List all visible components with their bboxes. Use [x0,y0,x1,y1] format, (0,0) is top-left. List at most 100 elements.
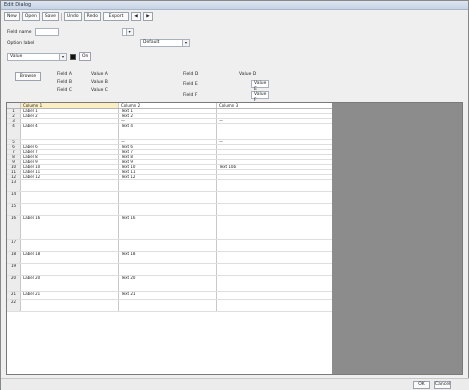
cell-col-3[interactable] [217,175,332,179]
header-col-2[interactable]: Column 2 [119,103,217,108]
cell-col-3[interactable] [217,192,332,203]
cell-col-1[interactable]: Label 9 [21,160,119,164]
cell-col-1[interactable]: Label 18 [21,252,119,263]
table-row[interactable]: 15 [7,204,332,216]
cell-col-3[interactable] [217,264,332,275]
cell-col-3[interactable] [217,240,332,251]
cell-col-1[interactable] [21,204,119,215]
cell-col-2[interactable] [119,192,217,203]
cell-col-1[interactable]: Label 20 [21,276,119,291]
cell-col-2[interactable] [119,264,217,275]
cell-col-2[interactable]: Text 2 [119,114,217,118]
cell-col-3[interactable] [217,155,332,159]
cell-col-3[interactable] [217,170,332,174]
cell-col-2[interactable]: Text 8 [119,155,217,159]
export-button[interactable]: Export [102,12,129,21]
table-row[interactable]: 19 [7,264,332,276]
table-row[interactable]: 20 Label 20 Text 20 [7,276,332,292]
cell-col-3[interactable]: — [217,140,332,144]
cell-col-2[interactable]: Text 1 [119,109,217,113]
header-col-3[interactable]: Column 3 [217,103,332,108]
field-name-input[interactable] [34,28,59,36]
cell-col-3[interactable] [217,180,332,191]
cell-col-3[interactable] [217,300,332,311]
cell-col-3[interactable] [217,114,332,118]
table-row[interactable]: 17 [7,240,332,252]
cell-col-2[interactable] [119,240,217,251]
cell-col-2[interactable]: Text 11 [119,170,217,174]
cell-col-1[interactable]: Label 6 [21,145,119,149]
cell-col-3[interactable] [217,150,332,154]
option-select[interactable]: Default ▾ [140,39,190,47]
cell-col-2[interactable] [119,300,217,311]
cell-col-3[interactable]: — [217,119,332,123]
cell-col-3[interactable] [217,204,332,215]
cell-col-3[interactable] [217,124,332,139]
save-button[interactable]: Save [41,12,59,21]
cell-col-2[interactable]: Text 21 [119,292,217,299]
prev-button[interactable]: ◀ [130,12,141,21]
cancel-button[interactable]: Cancel [434,381,451,389]
cell-col-2[interactable] [119,204,217,215]
cell-col-2[interactable]: Text 16 [119,216,217,239]
cell-col-1[interactable] [21,180,119,191]
cell-col-1[interactable]: Label 16 [21,216,119,239]
cell-col-1[interactable]: Label 10 [21,165,119,169]
table-row[interactable]: 21 Label 21 Text 21 [7,292,332,300]
cell-col-3[interactable]: Text 10b [217,165,332,169]
cell-col-3[interactable] [217,292,332,299]
cell-col-1[interactable] [21,264,119,275]
cell-col-2[interactable]: Text 10 [119,165,217,169]
cell-col-2[interactable]: Text 12 [119,175,217,179]
toggle-button[interactable]: On [79,52,92,61]
field-e-input[interactable]: Value E [251,80,269,92]
cell-col-2[interactable]: Text 7 [119,150,217,154]
value-select[interactable]: Value ▾ [7,52,67,61]
open-button[interactable]: Open [21,12,40,21]
browse-button[interactable]: Browse [15,72,41,81]
cell-col-1[interactable]: Label 2 [21,114,119,118]
cell-col-3[interactable] [217,276,332,291]
new-button[interactable]: New [4,12,20,21]
cell-col-1[interactable] [21,140,119,144]
table-row[interactable]: 22 [7,300,332,312]
cell-col-2[interactable]: Text 18 [119,252,217,263]
cell-col-2[interactable]: Text 6 [119,145,217,149]
cell-col-3[interactable] [217,145,332,149]
color-swatch[interactable] [70,53,76,60]
cell-col-1[interactable] [21,192,119,203]
cell-col-1[interactable]: Label 21 [21,292,119,299]
cell-col-2[interactable]: — [119,140,217,144]
table-row[interactable]: 13 [7,180,332,192]
redo-button[interactable]: Redo [83,12,101,21]
cell-col-1[interactable]: Label 12 [21,175,119,179]
cell-col-2[interactable] [119,180,217,191]
cell-col-2[interactable]: Text 4 [119,124,217,139]
table-row[interactable]: 14 [7,192,332,204]
cell-col-1[interactable] [21,119,119,123]
cell-col-1[interactable]: Label 1 [21,109,119,113]
ok-button[interactable]: OK [413,381,430,389]
next-button[interactable]: ▶ [142,12,153,21]
cell-col-2[interactable]: Text 20 [119,276,217,291]
table-row[interactable]: 4 Label 4 Text 4 [7,124,332,140]
cell-col-2[interactable]: — [119,119,217,123]
cell-col-1[interactable]: Label 4 [21,124,119,139]
cell-col-1[interactable]: Label 7 [21,150,119,154]
cell-col-1[interactable] [21,240,119,251]
undo-button[interactable]: Undo [63,12,82,21]
cell-col-1[interactable]: Label 8 [21,155,119,159]
field-picker[interactable]: ▾ [121,28,134,36]
cell-col-2[interactable]: Text 9 [119,160,217,164]
field-f-input[interactable]: Value F [251,91,269,103]
data-grid[interactable]: Column 1 Column 2 Column 3 1 Label 1 Text … [7,103,332,374]
cell-col-3[interactable] [217,109,332,113]
cell-col-3[interactable] [217,216,332,239]
header-col-1[interactable]: Column 1 [21,103,119,108]
cell-col-3[interactable] [217,160,332,164]
table-row[interactable]: 16 Label 16 Text 16 [7,216,332,240]
table-row[interactable]: 18 Label 18 Text 18 [7,252,332,264]
cell-col-1[interactable] [21,300,119,311]
cell-col-3[interactable] [217,252,332,263]
cell-col-1[interactable]: Label 11 [21,170,119,174]
